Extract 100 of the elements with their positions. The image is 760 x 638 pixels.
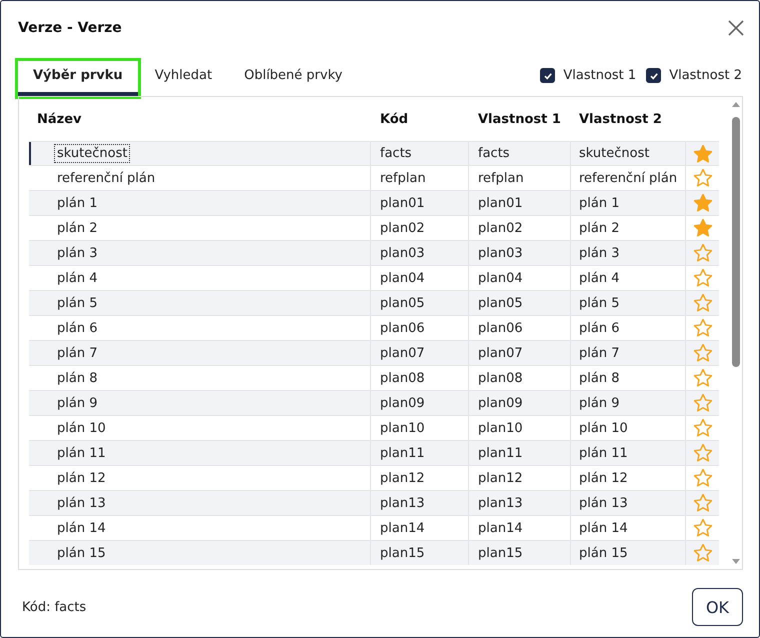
column-header[interactable]: Kód [371,112,469,126]
table-cell: plán 9 [579,396,620,410]
table-cell: plan10 [478,420,523,436]
checkbox[interactable] [540,68,556,83]
filled-star-icon[interactable] [694,219,712,237]
table-cell: plán 4 [579,270,620,286]
table-cell[interactable]: plán 1 [54,194,100,212]
table-cell: plán 14 [579,520,628,536]
table-cell: refplan [478,170,524,186]
table-cell: plan14 [380,520,425,536]
column-header[interactable]: Vlastnost 2 [571,112,686,126]
table-cell: plan10 [380,420,425,436]
table-cell: plan01 [380,196,425,210]
table-cell[interactable]: plán 9 [54,394,100,412]
table-cell[interactable]: plán 10 [54,418,109,438]
table-cell: plan04 [478,270,523,286]
table-cell: plan07 [478,346,523,360]
table-cell: plán 6 [579,320,620,336]
table-cell[interactable]: plán 7 [54,344,100,362]
table-cell: plán 13 [579,496,628,510]
checkbox-label: Vlastnost 2 [669,68,742,83]
table-cell[interactable]: plán 11 [54,444,109,462]
table-cell: plan04 [380,270,425,286]
tab[interactable]: Vyhledat [140,61,228,96]
table-cell: plan13 [380,496,425,510]
table-cell[interactable]: plán 5 [54,294,100,312]
table-cell[interactable]: plán 3 [54,244,100,262]
table-cell: plan03 [478,246,523,260]
star-outline-icon[interactable] [694,444,712,462]
table-cell: plan09 [380,396,425,410]
scroll-down-icon[interactable] [730,558,740,565]
column-header[interactable]: Název [29,112,371,126]
close-icon[interactable] [728,20,744,36]
star-outline-icon[interactable] [694,319,712,337]
star-outline-icon[interactable] [694,344,712,362]
table-cell: plan05 [380,296,425,310]
column-header[interactable]: Vlastnost 1 [469,112,571,126]
table-cell[interactable]: plán 4 [54,268,100,288]
status-text: Kód: facts [22,600,86,614]
table-cell: refplan [380,170,426,186]
star-outline-icon[interactable] [694,169,712,187]
star-outline-icon[interactable] [694,394,712,412]
table-cell[interactable]: plán 8 [54,368,100,388]
table-cell: plán 15 [579,546,628,560]
checkmark-icon [542,70,553,80]
table-cell: plan11 [380,446,425,460]
star-outline-icon[interactable] [694,494,712,512]
table-cell: plan01 [478,196,523,210]
star-outline-icon[interactable] [694,519,712,537]
table-cell: plan06 [478,320,523,336]
table-cell: plan11 [478,446,523,460]
table-cell[interactable]: plán 13 [54,494,109,512]
table-cell[interactable]: plán 15 [54,544,109,562]
table-cell: plán 3 [579,246,620,260]
tab[interactable]: Oblíbené prvky [229,61,358,96]
checkbox[interactable] [646,68,662,83]
table-cell: plán 1 [579,196,620,210]
table-cell: plán 5 [579,296,620,310]
table-cell: plan06 [380,320,425,336]
filled-star-icon[interactable] [694,144,712,162]
scroll-up-icon[interactable] [730,101,740,108]
table-cell: plan12 [380,470,425,486]
ok-button[interactable]: OK [692,588,743,626]
table-cell: referenční plán [579,170,678,186]
table-cell: skutečnost [579,146,650,161]
table-cell: plan09 [478,396,523,410]
table-cell[interactable]: plán 12 [54,468,109,488]
table-cell: plan07 [380,346,425,360]
table-cell: plan08 [380,370,425,386]
star-outline-icon[interactable] [694,419,712,437]
table-cell: plán 2 [579,220,620,236]
table-cell: facts [478,146,510,161]
table-cell: plán 8 [579,370,620,386]
table-cell[interactable]: plán 2 [54,218,100,238]
window-title: Verze - Verze [18,20,122,36]
table-cell[interactable]: referenční plán [54,168,158,188]
star-outline-icon[interactable] [694,269,712,287]
table-cell: plán 11 [579,446,628,460]
tab[interactable]: Výběr prvku [18,61,138,96]
table-cell: plan05 [478,296,523,310]
checkbox-label: Vlastnost 1 [563,68,636,83]
table-cell[interactable]: plán 6 [54,318,100,338]
table-cell: plán 10 [579,420,628,436]
filled-star-icon[interactable] [694,194,712,212]
table-cell: plan15 [380,546,425,560]
table-cell: plan02 [380,220,425,236]
table-cell[interactable]: plán 14 [54,518,109,538]
star-outline-icon[interactable] [694,544,712,562]
star-outline-icon[interactable] [694,369,712,387]
star-outline-icon[interactable] [694,294,712,312]
table-cell: plán 7 [579,346,620,360]
table-cell: facts [380,146,412,161]
table-cell: plan08 [478,370,523,386]
table-cell: plan13 [478,496,523,510]
star-outline-icon[interactable] [694,244,712,262]
star-outline-icon[interactable] [694,469,712,487]
table-cell[interactable]: skutečnost [54,144,130,163]
selection-indicator [29,142,31,165]
checkmark-icon [648,70,659,80]
table-cell: plan12 [478,470,523,486]
